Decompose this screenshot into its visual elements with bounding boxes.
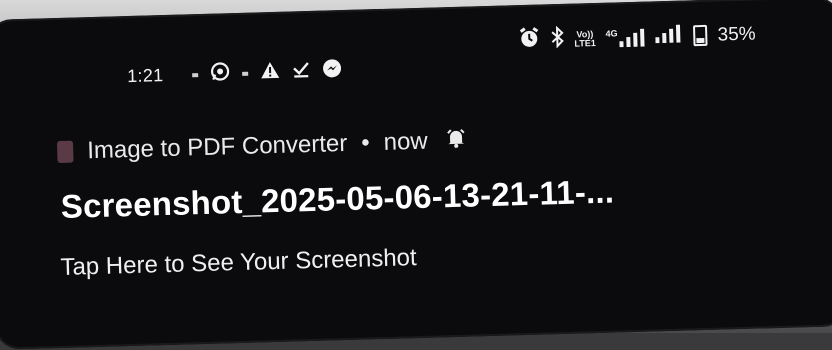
status-right-icons: Vo)) LTE1 4G 35% [518,21,756,55]
status-left-icons [192,58,343,88]
volte-label-bottom: LTE1 [574,37,596,49]
4g-signal-icon: 4G [605,28,646,47]
signal-bars-icon [655,24,684,49]
notification-card[interactable]: Image to PDF Converter • now Screenshot_… [0,96,832,340]
warning-icon [260,61,281,86]
notification-time: now [383,127,429,156]
notification-header: Image to PDF Converter • now [56,127,466,166]
network-type-label: 4G [605,27,618,39]
notification-app-name: Image to PDF Converter [86,129,348,165]
notification-dot-icon [242,71,249,76]
status-time: 1:21 [126,65,164,87]
battery-percent: 35% [717,23,756,46]
whatsapp-icon [210,61,231,88]
alarm-icon [518,27,541,55]
notification-title: Screenshot_2025-05-06-13-21-11-... [60,172,615,225]
bluetooth-icon [550,25,565,53]
messenger-icon [322,58,343,85]
bell-icon [445,128,466,155]
phone-screen: 1:21 Vo)) LTE1 4G 35% Image to PDF Conve… [0,0,832,350]
download-done-icon [292,60,311,84]
notification-dot-icon [192,73,199,78]
notification-separator: • [360,129,371,157]
battery-icon [693,24,708,47]
pdf-app-icon [56,140,74,164]
notification-body: Tap Here to See Your Screenshot [60,244,417,281]
volte-icon: Vo)) LTE1 [574,29,596,49]
